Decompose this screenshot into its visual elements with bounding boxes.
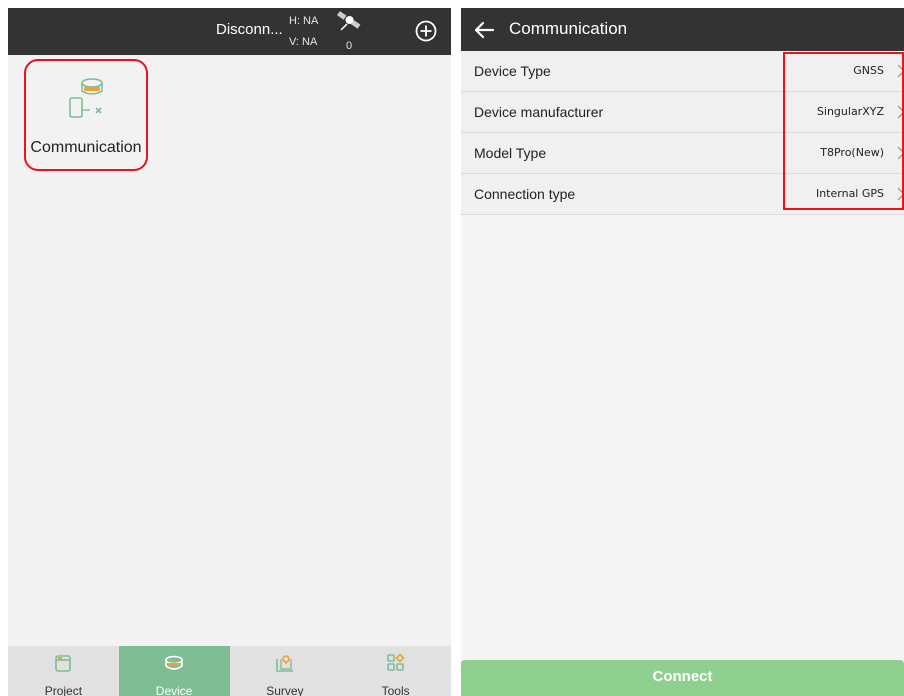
connection-type-value: Internal GPS [815,187,884,200]
bottom-nav: Project Device Survey Tools [8,646,451,696]
device-icon [165,655,183,670]
row-device-manufacturer[interactable]: Device manufacturer SingularXYZ [461,92,904,133]
communication-label: Communication [30,139,142,156]
nav-survey[interactable]: Survey [230,646,341,696]
row-device-type[interactable]: Device Type GNSS [461,51,904,92]
h-accuracy: H: NA [289,15,319,27]
tools-icon [386,653,405,671]
device-manufacturer-label: Device manufacturer [474,104,604,120]
survey-icon [276,655,293,672]
communication-screen: Communication Device Type GNSS Device ma… [461,8,904,696]
connection-status: Disconn... [216,21,283,38]
project-icon [55,655,72,672]
back-arrow-icon[interactable] [473,19,495,41]
device-type-value: GNSS [853,64,884,77]
device-manufacturer-value: SingularXYZ [816,105,884,118]
model-type-label: Model Type [474,145,547,161]
communication-tile[interactable]: Communication [24,59,148,171]
device-type-label: Device Type [474,63,551,79]
nav-project[interactable]: Project [8,646,119,696]
nav-survey-label: Survey [266,684,304,696]
page-title: Communication [509,19,628,38]
row-connection-type[interactable]: Connection type Internal GPS [461,174,904,215]
satellite-icon [337,11,361,31]
nav-project-label: Project [44,684,83,696]
header-bar: Communication [461,8,904,51]
add-icon[interactable] [415,20,437,42]
v-accuracy: V: NA [289,36,318,48]
chevron-right-icon [897,64,904,78]
satellite-count: 0 [346,40,353,52]
gnss-receiver-phone-icon [69,78,103,118]
row-model-type[interactable]: Model Type T8Pro(New) [461,133,904,174]
chevron-right-icon [897,105,904,119]
nav-device-label: Device [155,684,193,696]
settings-list: Device Type GNSS Device manufacturer Sin… [461,51,904,215]
chevron-right-icon [897,146,904,160]
nav-device[interactable]: Device [118,646,230,696]
model-type-value: T8Pro(New) [820,146,884,159]
connection-type-label: Connection type [474,186,576,202]
connect-button[interactable]: Connect [461,660,904,696]
chevron-right-icon [897,187,904,201]
device-screen: Disconn... H: NA V: NA 0 Communication P… [8,8,451,696]
nav-tools-label: Tools [381,684,410,696]
nav-tools[interactable]: Tools [340,646,451,696]
status-bar: Disconn... H: NA V: NA 0 [8,8,451,55]
